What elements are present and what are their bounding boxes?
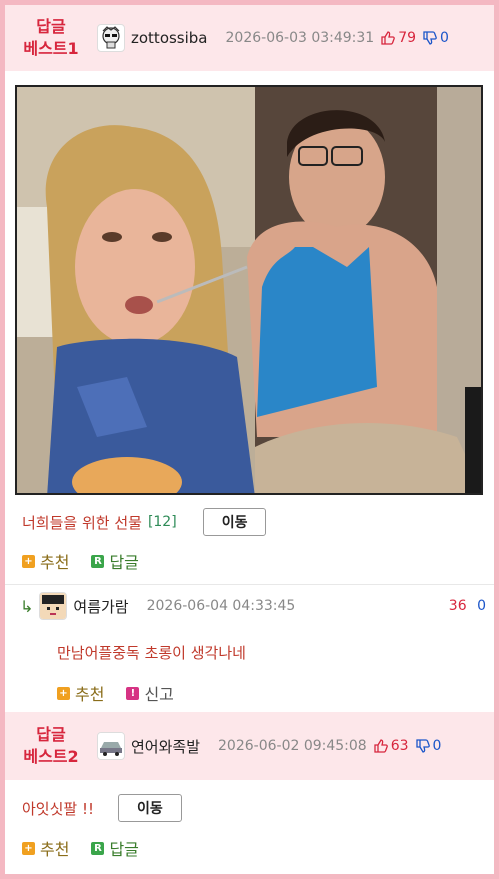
best1-up-count: 79 xyxy=(398,30,417,46)
comment-report-label: 신고 xyxy=(144,685,174,704)
post2-reply-label: 답글 xyxy=(109,840,139,859)
post1-recommend-button[interactable]: + 추천 xyxy=(22,549,69,573)
post1-reply-label: 답글 xyxy=(109,553,139,572)
best1-label-line2: 베스트1 xyxy=(23,39,79,58)
post1-reply-button[interactable]: R 답글 xyxy=(91,549,139,573)
post2-title[interactable]: 아잇싯팔 !! xyxy=(22,798,94,819)
plus-icon: + xyxy=(57,686,70,700)
best2-label-line1: 답글 xyxy=(36,725,66,744)
best2-downvote[interactable]: 0 xyxy=(415,738,442,754)
pixel-avatar-icon xyxy=(40,593,67,619)
post2-move-button[interactable]: 이동 xyxy=(118,794,182,822)
comment-up-count[interactable]: 36 xyxy=(449,598,467,614)
comment-down-count[interactable]: 0 xyxy=(477,598,486,614)
best1-nickname[interactable]: zottossiba xyxy=(131,29,208,47)
reply-arrow-icon: ↳ xyxy=(20,596,34,616)
post2-actions: + 추천 R 답글 xyxy=(22,836,161,860)
reply-icon: R xyxy=(91,554,105,568)
comment-actions: + 추천 ! 신고 xyxy=(57,681,196,705)
best1-badge: 답글 베스트1 xyxy=(5,16,97,60)
best2-date: 2026-06-02 09:45:08 xyxy=(218,738,367,754)
post-image[interactable] xyxy=(15,85,483,495)
best2-upvote[interactable]: 63 xyxy=(373,738,409,754)
best2-label-line2: 베스트2 xyxy=(23,747,79,766)
best1-date: 2026-06-03 03:49:31 xyxy=(225,30,375,46)
thumbs-down-icon xyxy=(423,31,437,45)
post1-reply-count[interactable]: [12] xyxy=(148,514,177,530)
plus-icon: + xyxy=(22,554,35,568)
best1-header: 답글 베스트1 zottossiba 2026-06-03 03:49:31 7… xyxy=(5,5,494,71)
comment-votes: 36 0 xyxy=(449,598,486,614)
best2-badge: 답글 베스트2 xyxy=(5,724,97,768)
best2-down-count: 0 xyxy=(432,738,442,754)
reply-icon: R xyxy=(91,841,105,855)
avatar[interactable] xyxy=(97,24,125,52)
siren-icon: ! xyxy=(126,686,140,700)
comment-avatar[interactable] xyxy=(39,592,68,620)
avatar[interactable] xyxy=(97,732,125,760)
post2-recommend-button[interactable]: + 추천 xyxy=(22,836,69,860)
best1-label-line1: 답글 xyxy=(36,17,66,36)
post1-actions: + 추천 R 답글 xyxy=(22,549,161,573)
best1-downvote[interactable]: 0 xyxy=(422,30,449,46)
post2-reply-button[interactable]: R 답글 xyxy=(91,836,139,860)
car-avatar-icon xyxy=(98,733,124,759)
post1-title-row: 너희들을 위한 선물 [12] 이동 xyxy=(22,508,267,536)
skull-avatar-icon xyxy=(102,26,120,49)
comment-recommend-label: 추천 xyxy=(75,685,105,704)
post2-title-row: 아잇싯팔 !! 이동 xyxy=(22,794,182,822)
comment-body: 만남어플중독 초롱이 생각나네 xyxy=(57,644,246,662)
best2-nickname[interactable]: 연어와족발 xyxy=(131,736,200,757)
post1-move-button[interactable]: 이동 xyxy=(202,508,267,536)
comment-recommend-button[interactable]: + 추천 xyxy=(57,681,104,705)
best1-upvote[interactable]: 79 xyxy=(380,30,416,46)
best2-up-count: 63 xyxy=(390,738,409,754)
divider xyxy=(5,584,494,585)
best1-down-count: 0 xyxy=(440,30,449,46)
post1-title[interactable]: 너희들을 위한 선물 xyxy=(22,512,142,533)
video-still-image xyxy=(17,87,481,493)
thumbs-up-icon xyxy=(374,739,388,753)
comment-report-button[interactable]: ! 신고 xyxy=(126,681,174,705)
post2-recommend-label: 추천 xyxy=(40,840,70,859)
comment-header: ↳ 여름가람 2026-06-04 04:33:45 36 0 xyxy=(20,592,486,620)
plus-icon: + xyxy=(22,841,35,855)
best2-header: 답글 베스트2 연어와족발 2026-06-02 09:45:08 63 0 xyxy=(5,712,494,780)
thumbs-up-icon xyxy=(381,31,396,45)
comment-date: 2026-06-04 04:33:45 xyxy=(146,598,296,614)
thumbs-down-icon xyxy=(415,739,430,753)
comment-nickname[interactable]: 여름가람 xyxy=(73,596,128,617)
post1-recommend-label: 추천 xyxy=(40,553,70,572)
